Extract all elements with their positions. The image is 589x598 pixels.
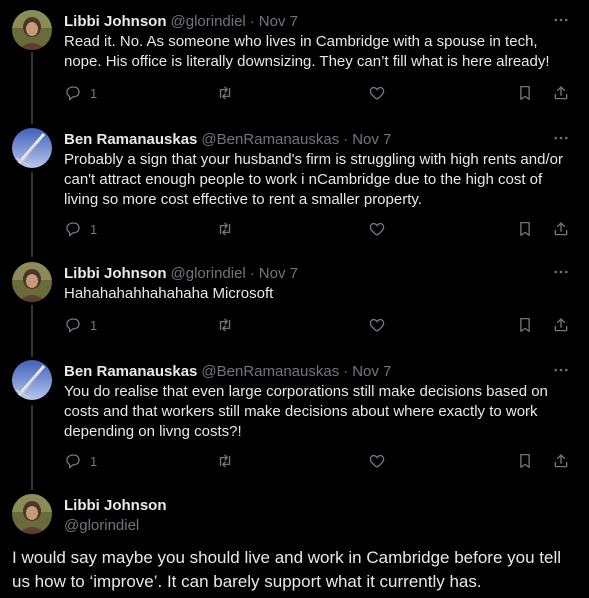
tweet[interactable]: Libbi Johnson @glorindiel · Nov 7 Read it. …: [0, 10, 589, 120]
user-handle[interactable]: @glorindiel: [64, 516, 139, 536]
display-name[interactable]: Ben Ramanauskas: [64, 363, 197, 380]
tweet-text: You do realise that even large corporati…: [64, 383, 548, 440]
avatar[interactable]: [12, 494, 52, 534]
like-button[interactable]: [368, 314, 386, 336]
reply-button[interactable]: 1: [64, 82, 97, 104]
more-button[interactable]: [549, 262, 573, 282]
more-icon: [554, 368, 568, 372]
reply-count: 1: [90, 221, 98, 237]
more-button[interactable]: [549, 360, 573, 380]
reply-button[interactable]: 1: [64, 314, 97, 336]
tweet-text: Hahahahahhahahaha Microsoft: [64, 285, 274, 302]
separator-dot: ·: [343, 131, 349, 148]
tweet[interactable]: Ben Ramanauskas @BenRamanauskas · Nov 7 You…: [0, 360, 589, 484]
retweet-icon: [219, 222, 231, 236]
reply-icon: [66, 318, 80, 333]
heart-icon: [369, 454, 385, 468]
separator-dot: ·: [343, 363, 349, 380]
display-name[interactable]: Libbi Johnson: [64, 496, 167, 516]
reply-count: 1: [90, 317, 98, 333]
tweet[interactable]: Ben Ramanauskas @BenRamanauskas · Nov 7 Pro…: [0, 128, 589, 252]
like-button[interactable]: [368, 450, 386, 472]
share-icon: [554, 318, 568, 332]
avatar[interactable]: [12, 360, 52, 400]
reply-button[interactable]: 1: [64, 450, 97, 472]
retweet-button[interactable]: [216, 450, 234, 472]
action-bar: 1: [64, 450, 572, 472]
bookmark-button[interactable]: [516, 82, 534, 104]
tweet-text: Read it. No. As someone who lives in Cam…: [64, 33, 550, 70]
share-icon: [554, 222, 568, 236]
ben-avatar-image: [12, 360, 52, 400]
libbi-avatar-image: [12, 494, 52, 534]
avatar[interactable]: [12, 128, 52, 168]
ben-avatar-image: [12, 128, 52, 168]
retweet-button[interactable]: [216, 314, 234, 336]
more-icon: [554, 18, 568, 22]
bookmark-button[interactable]: [516, 218, 534, 240]
user-handle[interactable]: @glorindiel: [171, 13, 246, 30]
timestamp[interactable]: Nov 7: [352, 363, 391, 380]
tweet-text: Probably a sign that your husband's firm…: [64, 151, 563, 208]
bookmark-icon: [520, 317, 530, 333]
heart-icon: [369, 222, 385, 236]
reply-icon: [66, 454, 80, 469]
action-bar: 1: [64, 218, 572, 240]
like-button[interactable]: [368, 82, 386, 104]
share-button[interactable]: [552, 314, 570, 336]
bookmark-icon: [520, 453, 530, 469]
libbi-avatar-image: [12, 10, 52, 50]
display-name[interactable]: Libbi Johnson: [64, 13, 167, 30]
user-handle[interactable]: @glorindiel: [171, 265, 246, 282]
heart-icon: [369, 318, 385, 332]
share-icon: [554, 86, 568, 100]
timestamp[interactable]: Nov 7: [352, 131, 391, 148]
share-button[interactable]: [552, 82, 570, 104]
more-button[interactable]: [549, 10, 573, 30]
action-bar: 1: [64, 82, 572, 104]
reply-count: 1: [90, 85, 98, 101]
more-button[interactable]: [549, 128, 573, 148]
retweet-icon: [219, 86, 231, 100]
user-handle[interactable]: @BenRamanauskas: [201, 363, 339, 380]
share-button[interactable]: [552, 218, 570, 240]
tweet-header: Ben Ramanauskas @BenRamanauskas · Nov 7: [64, 362, 391, 382]
share-icon: [554, 454, 568, 468]
main-tweet[interactable]: Libbi Johnson @glorindiel I would say ma…: [0, 494, 589, 598]
display-name[interactable]: Ben Ramanauskas: [64, 131, 197, 148]
separator-dot: ·: [249, 13, 255, 30]
more-icon: [554, 270, 568, 274]
retweet-button[interactable]: [216, 218, 234, 240]
tweet-header: Libbi Johnson @glorindiel · Nov 7: [64, 264, 298, 284]
reply-thread: Libbi Johnson @glorindiel · Nov 7 Read it. …: [0, 0, 589, 598]
retweet-icon: [219, 454, 231, 468]
avatar[interactable]: [12, 262, 52, 302]
tweet[interactable]: Libbi Johnson @glorindiel · Nov 7 Hahahahah…: [0, 262, 589, 352]
like-button[interactable]: [368, 218, 386, 240]
tweet-header: Ben Ramanauskas @BenRamanauskas · Nov 7: [64, 130, 391, 150]
reply-icon: [66, 222, 80, 237]
display-name[interactable]: Libbi Johnson: [64, 265, 167, 282]
bookmark-button[interactable]: [516, 450, 534, 472]
libbi-avatar-image: [12, 262, 52, 302]
tweet-text: I would say maybe you should live and wo…: [12, 548, 562, 591]
reply-icon: [66, 86, 80, 101]
reply-count: 1: [90, 453, 98, 469]
reply-button[interactable]: 1: [64, 218, 97, 240]
retweet-icon: [219, 318, 231, 332]
heart-icon: [369, 86, 385, 100]
more-icon: [554, 136, 568, 140]
bookmark-button[interactable]: [516, 314, 534, 336]
action-bar: 1: [64, 314, 572, 336]
timestamp[interactable]: Nov 7: [259, 13, 298, 30]
timestamp[interactable]: Nov 7: [259, 265, 298, 282]
separator-dot: ·: [249, 265, 255, 282]
bookmark-icon: [520, 221, 530, 237]
tweet-header: Libbi Johnson @glorindiel · Nov 7: [64, 12, 298, 32]
share-button[interactable]: [552, 450, 570, 472]
bookmark-icon: [520, 85, 530, 101]
user-handle[interactable]: @BenRamanauskas: [201, 131, 339, 148]
avatar[interactable]: [12, 10, 52, 50]
retweet-button[interactable]: [216, 82, 234, 104]
